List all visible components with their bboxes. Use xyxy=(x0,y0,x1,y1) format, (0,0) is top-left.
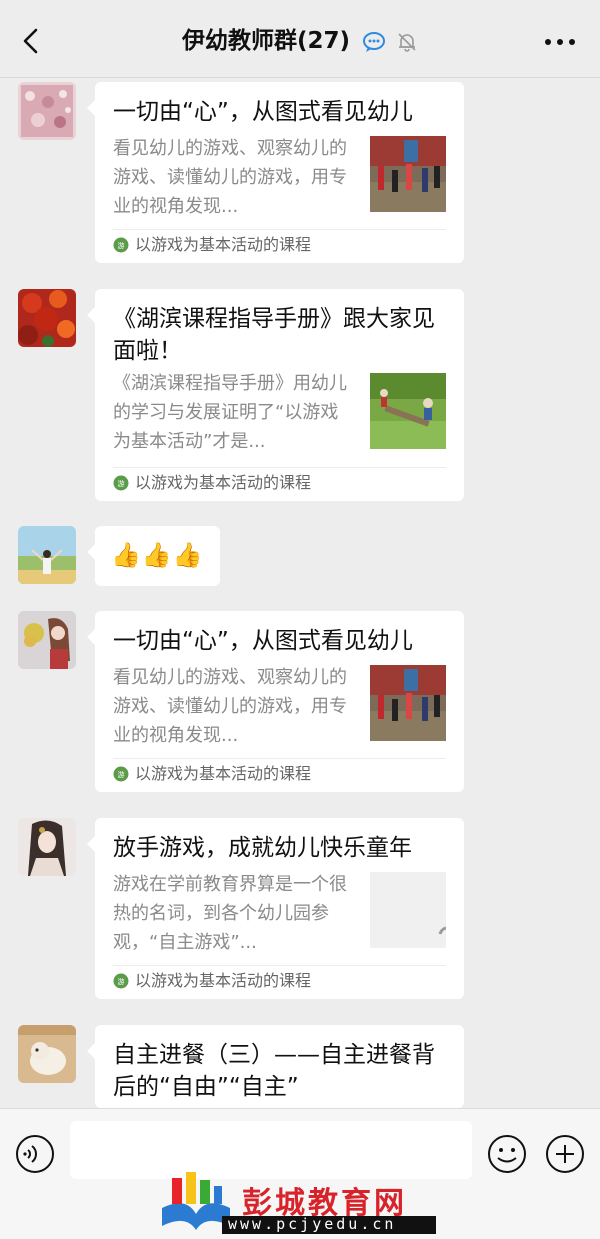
article-description: 游戏在学前教育界算是一个很热的名词，到各个幼儿园参观，“自主游戏”... xyxy=(113,874,347,953)
svg-text:游: 游 xyxy=(118,977,125,986)
svg-text:游: 游 xyxy=(118,770,125,779)
chat-title-row: 伊幼教师群(27) xyxy=(0,24,600,59)
watermark-url: www.pcjyedu.cn xyxy=(228,1215,397,1233)
avatar[interactable] xyxy=(18,82,76,140)
article-card[interactable]: 《湖滨课程指导手册》跟大家见面啦！ 《湖滨课程指导手册》用幼儿的学习与发展证明了… xyxy=(87,289,464,501)
chat-header: 伊幼教师群(27) xyxy=(0,0,600,78)
svg-text:游: 游 xyxy=(118,241,125,250)
card-divider xyxy=(113,467,446,468)
article-thumbnail xyxy=(370,136,446,212)
article-title: 《湖滨课程指导手册》跟大家见面啦！ xyxy=(113,306,435,364)
article-description: 看见幼儿的游戏、观察幼儿的游戏、读懂幼儿的游戏，用专业的视角发现... xyxy=(113,667,347,746)
article-source: 游 以游戏为基本活动的课程 xyxy=(113,233,446,257)
emoji-message-bubble[interactable]: 👍👍👍 xyxy=(87,526,220,586)
article-thumbnail-loading xyxy=(370,872,446,948)
avatar[interactable] xyxy=(18,818,76,876)
card-divider xyxy=(113,758,446,759)
thumbs-up-emoji: 👍👍👍 xyxy=(111,541,204,569)
chat-bubble-icon xyxy=(363,32,386,52)
source-logo-icon: 游 xyxy=(113,766,129,782)
article-source: 游 以游戏为基本活动的课程 xyxy=(113,762,446,786)
emoji-face-icon[interactable] xyxy=(486,1133,528,1175)
article-card[interactable]: 一切由“心”，从图式看见幼儿 看见幼儿的游戏、观察幼儿的游戏、读懂幼儿的游戏，用… xyxy=(87,82,464,263)
article-title: 自主进餐（三）——自主进餐背后的“自由”“自主” xyxy=(113,1042,435,1100)
article-card[interactable]: 一切由“心”，从图式看见幼儿 看见幼儿的游戏、观察幼儿的游戏、读懂幼儿的游戏，用… xyxy=(87,611,464,792)
source-name: 以游戏为基本活动的课程 xyxy=(135,971,312,990)
site-watermark: 彭城教育网 www.pcjyedu.cn xyxy=(156,1168,446,1234)
card-divider xyxy=(113,965,446,966)
card-divider xyxy=(113,229,446,230)
voice-input-icon[interactable] xyxy=(14,1133,56,1175)
source-logo-icon: 游 xyxy=(113,475,129,491)
svg-text:游: 游 xyxy=(118,479,125,488)
article-title: 一切由“心”，从图式看见幼儿 xyxy=(113,99,413,125)
article-source: 游 以游戏为基本活动的课程 xyxy=(113,969,446,993)
avatar[interactable] xyxy=(18,289,76,347)
article-title: 放手游戏，成就幼儿快乐童年 xyxy=(113,835,412,861)
source-name: 以游戏为基本活动的课程 xyxy=(135,764,312,783)
more-options-icon[interactable] xyxy=(542,30,578,54)
chat-title: 伊幼教师群(27) xyxy=(181,28,350,54)
source-name: 以游戏为基本活动的课程 xyxy=(135,473,312,492)
article-card[interactable]: 自主进餐（三）——自主进餐背后的“自由”“自主” xyxy=(87,1025,464,1108)
article-source: 游 以游戏为基本活动的课程 xyxy=(113,471,446,495)
plus-more-icon[interactable] xyxy=(544,1133,586,1175)
article-title: 一切由“心”，从图式看见幼儿 xyxy=(113,628,413,654)
article-thumbnail xyxy=(370,373,446,449)
source-logo-icon: 游 xyxy=(113,237,129,253)
source-name: 以游戏为基本活动的课程 xyxy=(135,235,312,254)
avatar[interactable] xyxy=(18,1025,76,1083)
article-thumbnail xyxy=(370,665,446,741)
mute-bell-icon xyxy=(398,33,416,52)
article-description: 看见幼儿的游戏、观察幼儿的游戏、读懂幼儿的游戏，用专业的视角发现... xyxy=(113,138,347,217)
article-description: 《湖滨课程指导手册》用幼儿的学习与发展证明了“以游戏为基本活动”才是... xyxy=(113,373,347,452)
article-card[interactable]: 放手游戏，成就幼儿快乐童年 游戏在学前教育界算是一个很热的名词，到各个幼儿园参观… xyxy=(87,818,464,999)
source-logo-icon: 游 xyxy=(113,973,129,989)
avatar[interactable] xyxy=(18,526,76,584)
avatar[interactable] xyxy=(18,611,76,669)
